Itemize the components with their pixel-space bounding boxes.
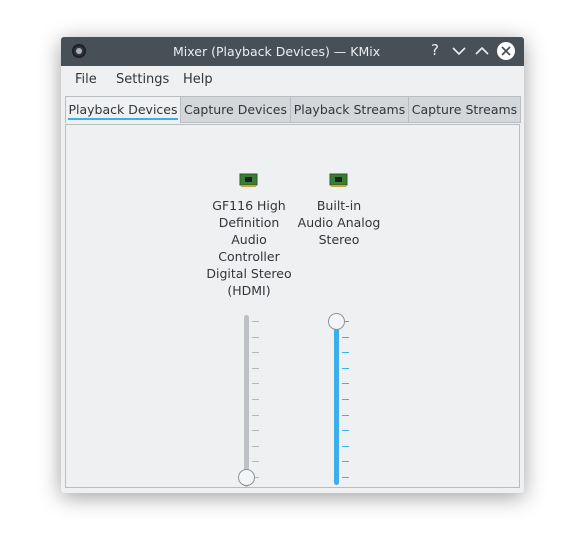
tab-playback-devices[interactable]: Playback Devices bbox=[65, 96, 181, 123]
slider-tick bbox=[342, 383, 349, 385]
device-label-builtin: Built-in Audio Analog Stereo bbox=[297, 198, 381, 247]
slider-tick bbox=[252, 383, 259, 385]
maximize-icon[interactable] bbox=[473, 42, 491, 60]
menu-settings[interactable]: Settings bbox=[116, 72, 169, 87]
title-bar[interactable]: Mixer (Playback Devices) — KMix ? bbox=[61, 37, 524, 66]
slider-tick bbox=[342, 352, 349, 354]
slider-tick bbox=[342, 367, 349, 369]
tab-capture-devices[interactable]: Capture Devices bbox=[181, 96, 291, 123]
tab-playback-streams[interactable]: Playback Streams bbox=[291, 96, 409, 123]
volume-slider-handle-builtin[interactable] bbox=[328, 313, 345, 330]
slider-tick bbox=[252, 414, 259, 416]
slider-tick bbox=[252, 445, 259, 447]
slider-tick bbox=[252, 321, 259, 322]
kmix-window: Mixer (Playback Devices) — KMix ? File S… bbox=[61, 37, 524, 493]
tab-bar: Playback Devices Capture Devices Playbac… bbox=[65, 96, 521, 125]
slider-tick bbox=[342, 477, 349, 478]
minimize-icon[interactable] bbox=[450, 42, 468, 60]
menu-bar: File Settings Help bbox=[61, 66, 524, 95]
slider-tick bbox=[252, 367, 259, 369]
slider-tick bbox=[342, 399, 349, 400]
sound-card-icon bbox=[329, 173, 348, 187]
sound-card-icon bbox=[239, 173, 258, 187]
help-icon[interactable]: ? bbox=[426, 41, 444, 59]
slider-tick bbox=[342, 430, 349, 432]
volume-slider-fill-builtin bbox=[334, 321, 339, 485]
volume-slider-handle-hdmi[interactable] bbox=[238, 469, 255, 486]
close-icon[interactable] bbox=[497, 42, 515, 60]
slider-tick bbox=[252, 461, 259, 463]
device-label-hdmi: GF116 High Definition Audio Controller D… bbox=[206, 198, 292, 298]
slider-tick bbox=[252, 352, 259, 354]
kmix-app-icon[interactable] bbox=[72, 44, 86, 58]
slider-tick bbox=[252, 430, 259, 432]
volume-slider-track-hdmi[interactable] bbox=[244, 315, 249, 487]
slider-tick bbox=[342, 445, 349, 447]
slider-tick bbox=[342, 336, 349, 338]
tab-label: Playback Devices bbox=[68, 102, 178, 120]
playback-devices-panel: GF116 High Definition Audio Controller D… bbox=[65, 124, 520, 488]
menu-help[interactable]: Help bbox=[183, 72, 213, 87]
slider-tick bbox=[342, 461, 349, 463]
slider-tick bbox=[252, 336, 259, 338]
menu-file[interactable]: File bbox=[75, 72, 97, 87]
tab-capture-streams[interactable]: Capture Streams bbox=[409, 96, 521, 123]
slider-tick bbox=[342, 414, 349, 416]
slider-tick bbox=[252, 399, 259, 400]
window-title: Mixer (Playback Devices) — KMix bbox=[173, 44, 381, 59]
